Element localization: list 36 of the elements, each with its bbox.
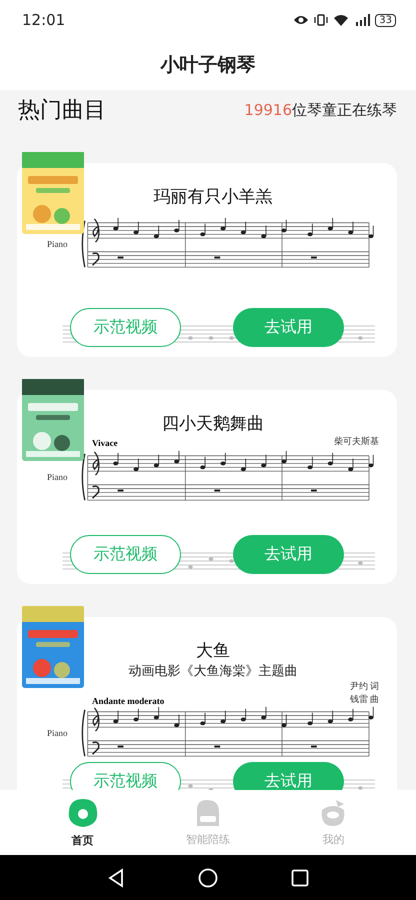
demo-video-button[interactable]: 示范视频 — [70, 535, 181, 574]
song-card[interactable]: 大鱼 动画电影《大鱼海棠》主题曲 Andante moderato 尹约 词 钱雷 曲 Piano 示范视频 去试用 — [17, 617, 397, 790]
composer-name: 柴可夫斯基 — [334, 435, 379, 448]
home-button-icon[interactable] — [198, 868, 218, 888]
instrument-label: Piano — [47, 472, 68, 482]
demo-video-button[interactable]: 示范视频 — [70, 308, 181, 347]
tempo-marking: Andante moderato — [92, 696, 164, 706]
tab[interactable]: 智能陪练 — [162, 797, 253, 848]
song-title: 四小天鹅舞曲 — [161, 413, 265, 435]
credit-line: 尹约 词 — [350, 680, 379, 693]
song-subtitle: 动画电影《大鱼海棠》主题曲 — [128, 662, 298, 680]
song-title: 大鱼 — [195, 640, 231, 662]
instrument-label: Piano — [47, 239, 68, 249]
tab[interactable]: 首页 — [38, 796, 128, 849]
tempo-marking: Vivace — [92, 438, 118, 448]
status-time: 12:01 — [22, 11, 66, 29]
practicing-count: 19916位琴童正在练琴 — [244, 100, 397, 120]
try-button[interactable]: 去试用 — [233, 762, 344, 790]
section-title: 热门曲目 — [17, 97, 106, 125]
credit-line: 钱雷 曲 — [350, 693, 379, 706]
eye-icon — [293, 14, 310, 26]
song-card[interactable]: 四小天鹅舞曲 Vivace 柴可夫斯基 Piano 示范视频 去试用 — [17, 390, 397, 584]
battery-indicator: 33 — [375, 14, 396, 26]
wifi-icon — [333, 14, 350, 26]
song-card[interactable]: 玛丽有只小羊羔 Piano 示范视频 去试用 — [17, 163, 397, 357]
instrument-label: Piano — [47, 728, 68, 738]
try-button[interactable]: 去试用 — [233, 535, 344, 574]
app-title: 小叶子钢琴 — [160, 53, 256, 78]
vibrate-icon — [314, 14, 328, 26]
try-button[interactable]: 去试用 — [233, 308, 344, 347]
signal-icon — [354, 14, 370, 26]
recents-icon[interactable] — [291, 868, 310, 886]
song-title: 玛丽有只小羊羔 — [152, 186, 274, 208]
demo-video-button[interactable]: 示范视频 — [70, 762, 181, 790]
back-icon[interactable] — [106, 868, 125, 888]
tab[interactable]: 我的 — [288, 797, 378, 848]
